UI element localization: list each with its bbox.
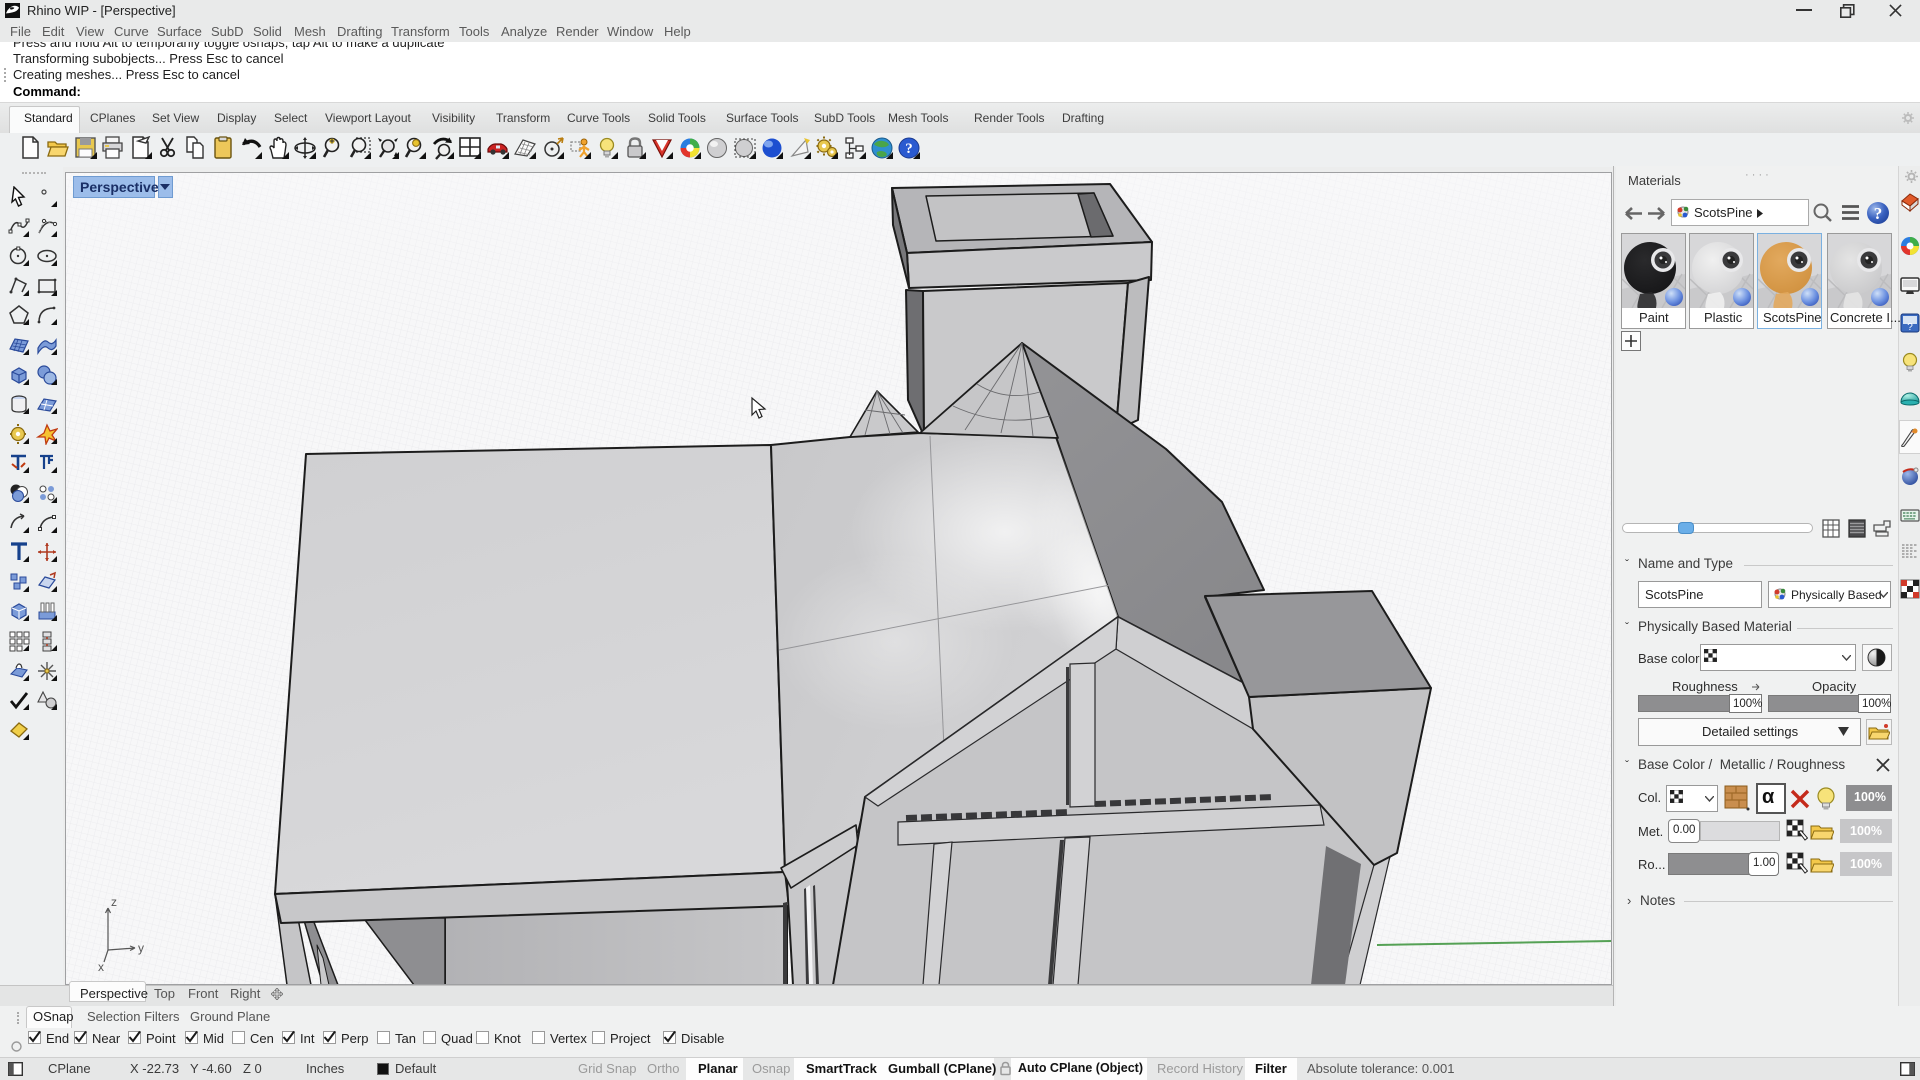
svg-text:x: x	[98, 960, 104, 974]
svg-text:?: ?	[905, 141, 913, 157]
svg-text:?: ?	[1874, 204, 1883, 223]
svg-text:?: ?	[1907, 322, 1913, 333]
svg-text:y: y	[138, 941, 144, 955]
svg-text:z: z	[111, 895, 117, 909]
